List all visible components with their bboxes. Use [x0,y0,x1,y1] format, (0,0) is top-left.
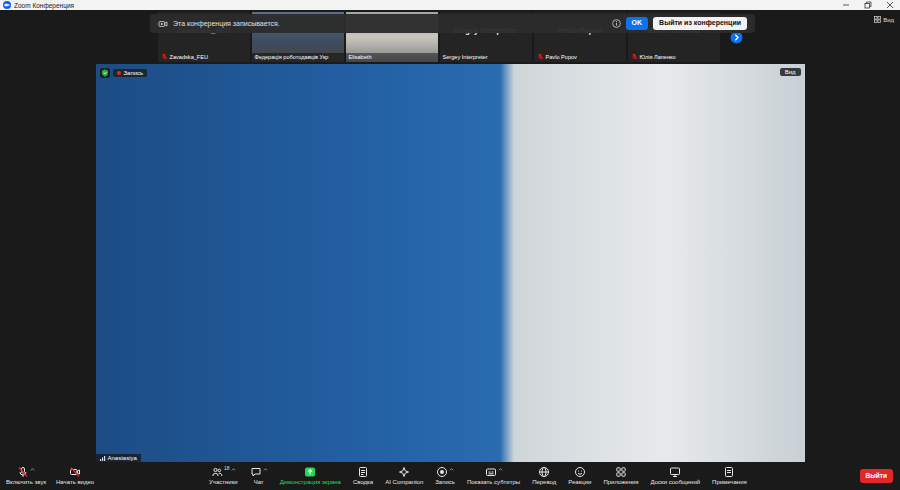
participant-label: Sergey Interpreter [440,53,532,62]
leave-area: Выйти [860,469,896,483]
chat-bubble-icon [250,466,262,478]
globe-icon [538,466,550,478]
toolbar-button[interactable]: Запись [433,466,457,486]
meeting-toolbar: Включить звук Начать видео 18Участники Чат Д… [0,462,900,490]
participant-label: Zavadska_FEU [158,52,250,62]
record-icon [436,466,448,478]
notification-text: Эта конференция записывается. [173,20,280,27]
participant-count: 18 [224,466,230,471]
muted-microphone-icon [631,53,638,60]
video-stage: Запись Вид Anastasiya [0,63,900,462]
recording-badge[interactable]: Запись [113,69,148,77]
participant-label: Pavlo Popov [534,52,626,62]
toolbar-button[interactable]: Реакции [566,466,593,486]
captions-icon [485,466,497,478]
minimize-icon[interactable] [842,1,850,9]
share-screen-icon [304,466,316,478]
notes-icon [723,466,735,478]
participant-label: Федерація роботодавців Укр [252,53,344,62]
toolbar-button[interactable]: Начать видео [54,466,96,486]
caret-icon[interactable] [263,467,268,472]
toolbar-button[interactable]: Демонстрация экрана [278,466,343,486]
document-icon [357,466,369,478]
restore-icon[interactable] [864,1,872,9]
leave-button[interactable]: Выйти [860,469,893,483]
participant-label: Юлія Лапенко [628,52,720,62]
toolbar-button[interactable]: Перевод [530,466,558,486]
grid-icon [874,16,881,23]
toolbar-button[interactable]: Доски сообщений [649,466,703,486]
toolbar-button[interactable]: Включить звук [4,466,48,486]
toolbar-button[interactable]: Чат [248,466,270,486]
info-icon[interactable] [612,19,621,28]
recording-icon [158,20,168,28]
media-controls: Включить звук Начать видео [4,466,96,486]
toolbar-button[interactable]: AI Companion [383,466,425,486]
leave-meeting-button[interactable]: Выйти из конференции [653,17,747,29]
shield-icon[interactable] [100,68,110,78]
camera-icon [69,466,81,478]
view-button[interactable]: Вид [874,16,894,23]
ok-button[interactable]: OK [626,17,649,29]
toolbar-button[interactable]: Сводка [351,466,375,486]
recording-notification: Эта конференция записывается. OK Выйти из … [150,14,755,33]
zoom-logo-icon [3,1,11,9]
close-icon[interactable] [886,1,894,9]
video-status: Запись [100,68,148,78]
sparkle-icon [398,466,410,478]
zoom-window: Zoom КонференцияZavadska_FEUZavadska_FEU… [0,0,900,490]
video-view-button[interactable]: Вид [780,68,801,76]
participant-label: Elisabeth [346,53,438,62]
window-controls [842,1,894,9]
microphone-icon [17,466,29,478]
speaker-name: Anastasiya [96,454,141,462]
window-title: Zoom Конференция [14,2,74,9]
main-video: Запись Вид Anastasiya [96,64,805,462]
caret-icon[interactable] [30,467,35,472]
signal-icon [100,455,106,461]
muted-microphone-icon [537,53,544,60]
toolbar-button[interactable]: Приложения [601,466,640,486]
apps-grid-icon [615,466,627,478]
toolbar-button[interactable]: Показать субтитры [465,466,522,486]
people-icon [211,466,223,478]
caret-icon[interactable] [449,467,454,472]
toolbar-button[interactable]: Примечания [710,466,749,486]
toolbar-button[interactable]: 18Участники [207,466,240,486]
caret-icon[interactable] [498,467,503,472]
recording-dot [117,71,121,75]
muted-microphone-icon [161,53,168,60]
whiteboard-icon [669,466,681,478]
title-bar: Zoom Конференция [0,0,900,10]
caret-icon[interactable] [231,467,236,472]
meeting-controls: 18Участники Чат Демонстрация экрана Сводка A… [96,466,859,486]
smiley-icon [574,466,586,478]
